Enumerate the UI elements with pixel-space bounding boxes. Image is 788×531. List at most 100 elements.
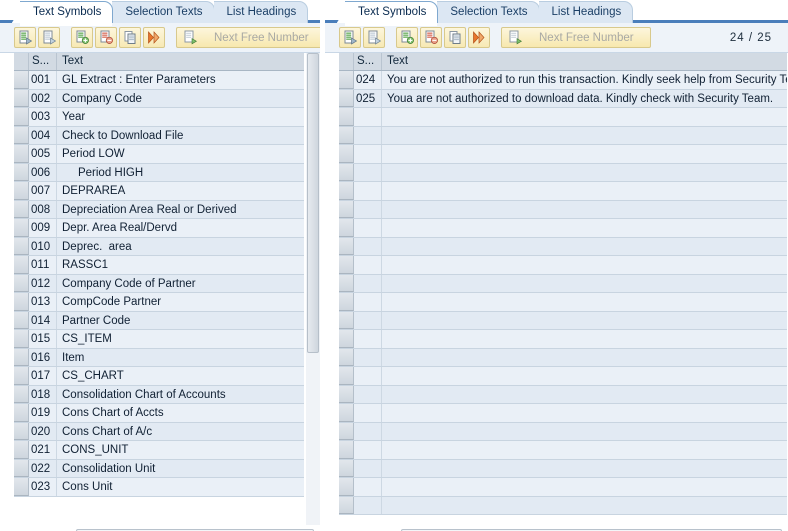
row-select-handle[interactable]	[339, 163, 354, 181]
cell-symbol-text[interactable]	[382, 237, 787, 255]
row-select-handle[interactable]	[339, 385, 354, 403]
table-row[interactable]	[339, 145, 787, 164]
cell-symbol-number[interactable]: 001	[29, 71, 57, 89]
table-row[interactable]	[339, 237, 787, 256]
cell-symbol-number[interactable]	[354, 200, 382, 218]
copy-button-left[interactable]	[119, 27, 141, 48]
delete-line-button-left[interactable]	[95, 27, 117, 48]
delete-line-button-right[interactable]	[420, 27, 442, 48]
row-select-handle[interactable]	[14, 126, 29, 144]
tab-text-symbols-left[interactable]: Text Symbols	[20, 1, 114, 26]
table-row[interactable]	[339, 348, 787, 367]
row-select-handle[interactable]	[14, 71, 29, 89]
tab-selection-texts-right[interactable]: Selection Texts	[437, 1, 540, 23]
cell-symbol-text[interactable]	[382, 274, 787, 292]
row-select-handle[interactable]	[14, 145, 29, 163]
row-select-handle[interactable]	[339, 200, 354, 218]
cell-symbol-text[interactable]: Check to Download File	[57, 126, 304, 144]
cell-symbol-text[interactable]	[382, 293, 787, 311]
row-select-handle[interactable]	[14, 274, 29, 292]
row-select-handle[interactable]	[14, 367, 29, 385]
row-select-handle[interactable]	[339, 478, 354, 496]
cell-symbol-number[interactable]: 011	[29, 256, 57, 274]
row-select-handle[interactable]	[339, 367, 354, 385]
cell-symbol-text[interactable]: Period HIGH	[57, 163, 304, 181]
cell-symbol-text[interactable]	[382, 422, 787, 440]
table-row[interactable]	[339, 126, 787, 145]
table-row[interactable]	[339, 441, 787, 460]
row-select-handle[interactable]	[14, 385, 29, 403]
row-select-handle[interactable]	[339, 89, 354, 107]
table-row[interactable]: 017 CS_CHART	[14, 367, 304, 386]
table-row[interactable]	[339, 219, 787, 238]
table-row[interactable]: 003 Year	[14, 108, 304, 127]
row-select-handle[interactable]	[339, 441, 354, 459]
row-select-handle[interactable]	[14, 459, 29, 477]
cell-symbol-number[interactable]: 017	[29, 367, 57, 385]
cell-symbol-text[interactable]: Partner Code	[57, 311, 304, 329]
table-row[interactable]: 007 DEPRAREA	[14, 182, 304, 201]
cell-symbol-text[interactable]	[382, 441, 787, 459]
row-select-handle[interactable]	[339, 348, 354, 366]
cell-symbol-number[interactable]	[354, 367, 382, 385]
cell-symbol-number[interactable]	[354, 182, 382, 200]
cell-symbol-number[interactable]	[354, 404, 382, 422]
table-row[interactable]: 009 Depr. Area Real/Dervd	[14, 219, 304, 238]
copy-button-right[interactable]	[444, 27, 466, 48]
cell-symbol-text[interactable]: Period LOW	[57, 145, 304, 163]
table-row[interactable]: 001 GL Extract : Enter Parameters	[14, 71, 304, 90]
cell-symbol-text[interactable]	[382, 219, 787, 237]
table-row[interactable]: 025 Youa are not authorized to download d…	[339, 89, 787, 108]
row-select-handle[interactable]	[339, 311, 354, 329]
row-select-handle[interactable]	[14, 108, 29, 126]
row-select-handle[interactable]	[14, 163, 29, 181]
cell-symbol-text[interactable]: Consolidation Unit	[57, 459, 304, 477]
cell-symbol-number[interactable]	[354, 163, 382, 181]
table-row[interactable]	[339, 163, 787, 182]
cell-symbol-text[interactable]: CONS_UNIT	[57, 441, 304, 459]
cell-symbol-text[interactable]	[382, 200, 787, 218]
cell-symbol-number[interactable]: 002	[29, 89, 57, 107]
cell-symbol-number[interactable]	[354, 385, 382, 403]
tab-list-headings-right[interactable]: List Headings	[538, 1, 634, 23]
cell-symbol-text[interactable]	[382, 145, 787, 163]
cell-symbol-text[interactable]	[382, 404, 787, 422]
table-row[interactable]: 020 Cons Chart of A/c	[14, 422, 304, 441]
insert-line-button-right[interactable]	[396, 27, 418, 48]
tab-selection-texts-left[interactable]: Selection Texts	[112, 1, 215, 23]
row-select-handle[interactable]	[14, 404, 29, 422]
cell-symbol-text[interactable]: CS_ITEM	[57, 330, 304, 348]
table-row[interactable]: 016 Item	[14, 348, 304, 367]
tab-text-symbols-right[interactable]: Text Symbols	[345, 1, 439, 26]
cell-symbol-number[interactable]	[354, 459, 382, 477]
row-select-handle[interactable]	[339, 422, 354, 440]
cell-symbol-number[interactable]: 019	[29, 404, 57, 422]
table-row[interactable]: 024 You are not authorized to run this tr…	[339, 71, 787, 90]
cell-symbol-text[interactable]	[382, 182, 787, 200]
table-row[interactable]: 002 Company Code	[14, 89, 304, 108]
vertical-scrollbar-thumb-left[interactable]	[307, 53, 319, 353]
row-select-handle[interactable]	[14, 311, 29, 329]
next-free-number-button-left[interactable]: Next Free Number	[176, 27, 320, 48]
cell-symbol-number[interactable]	[354, 126, 382, 144]
display-change-button-right[interactable]	[339, 27, 361, 48]
cell-symbol-number[interactable]: 015	[29, 330, 57, 348]
display-button-left[interactable]	[38, 27, 60, 48]
compare-button-right[interactable]	[468, 27, 490, 48]
row-select-handle[interactable]	[339, 404, 354, 422]
cell-symbol-number[interactable]: 024	[354, 71, 382, 89]
cell-symbol-number[interactable]	[354, 330, 382, 348]
cell-symbol-number[interactable]: 010	[29, 237, 57, 255]
cell-symbol-number[interactable]: 021	[29, 441, 57, 459]
cell-symbol-text[interactable]: Depreciation Area Real or Derived	[57, 200, 304, 218]
cell-symbol-text[interactable]: GL Extract : Enter Parameters	[57, 71, 304, 89]
cell-symbol-number[interactable]: 020	[29, 422, 57, 440]
cell-symbol-text[interactable]	[382, 496, 787, 514]
column-header-symbol-right[interactable]: S...	[354, 53, 382, 70]
cell-symbol-text[interactable]	[382, 348, 787, 366]
table-row[interactable]	[339, 182, 787, 201]
tab-list-headings-left[interactable]: List Headings	[213, 1, 309, 23]
table-row[interactable]	[339, 496, 787, 515]
cell-symbol-text[interactable]: Cons Unit	[57, 478, 304, 496]
cell-symbol-text[interactable]: CS_CHART	[57, 367, 304, 385]
